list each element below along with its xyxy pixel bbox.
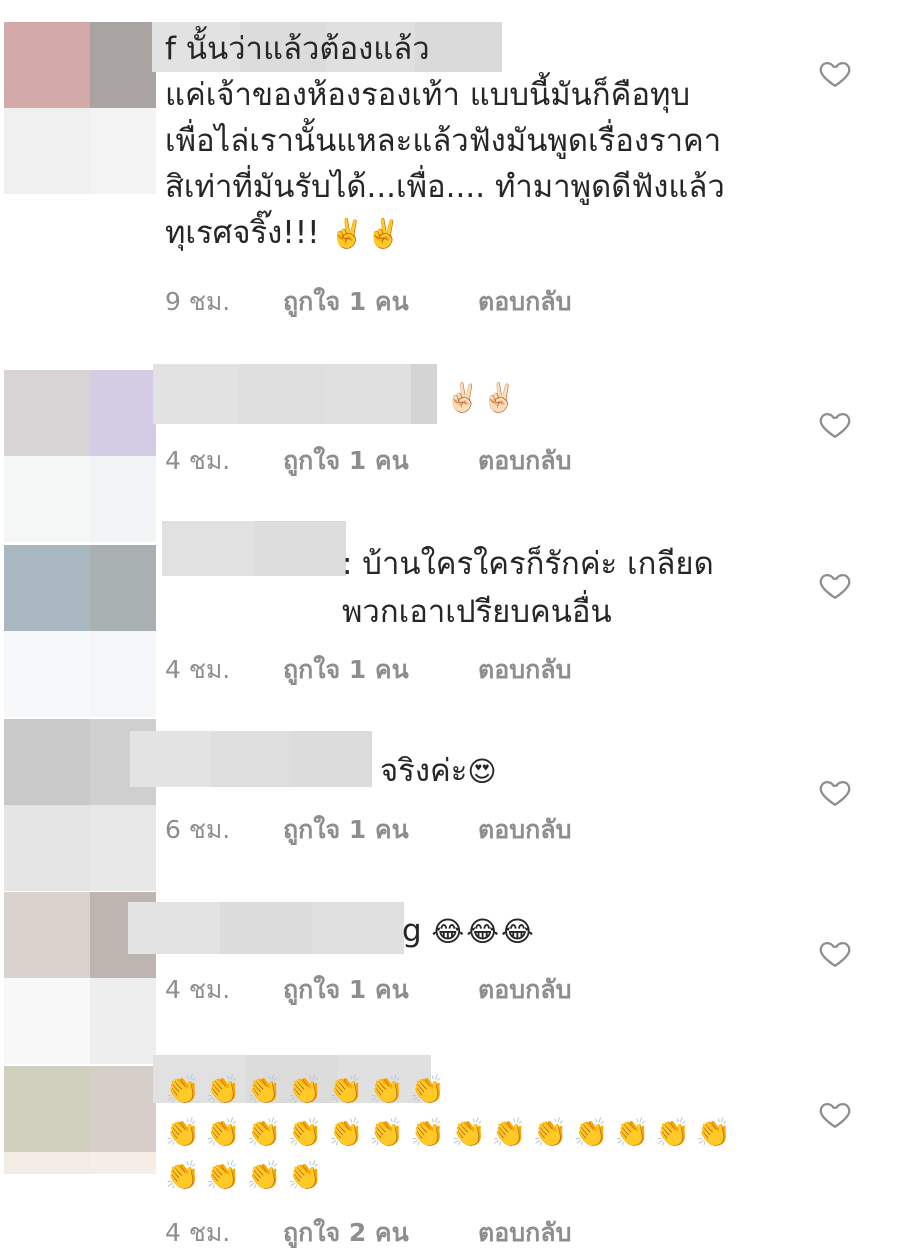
heart-outline-icon[interactable]: [818, 407, 852, 441]
emoji-text: 😂😂😂: [431, 915, 536, 948]
emoji-text: ✌🏻✌🏻: [445, 381, 519, 414]
comment-body: f นั้นว่าแล้วต้องแล้ว แค่เจ้าของห้องรองเ…: [165, 31, 725, 251]
timestamp: 6 ชม.: [165, 815, 231, 844]
likes-count-link[interactable]: ถูกใจ 1 คน: [283, 810, 478, 850]
timestamp: 4 ชม.: [165, 446, 231, 475]
likes-count-link[interactable]: ถูกใจ 1 คน: [283, 441, 478, 481]
avatar[interactable]: [4, 22, 156, 194]
comment-body: จริงค่ะ: [380, 753, 468, 789]
comment-meta: 6 ชม. ถูกใจ 1 คน ตอบกลับ: [165, 810, 571, 850]
comment-body: : บ้านใครใครก็รักค่ะ เกลียด พวกเอาเปรียบ…: [342, 546, 714, 630]
reply-button[interactable]: ตอบกลับ: [478, 441, 571, 481]
timestamp: 4 ชม.: [165, 655, 231, 684]
reply-button[interactable]: ตอบกลับ: [478, 970, 571, 1010]
comment-text: f นั้นว่าแล้วต้องแล้ว แค่เจ้าของห้องรองเ…: [165, 26, 795, 257]
likes-count-link[interactable]: ถูกใจ 2 คน: [283, 1213, 478, 1253]
timestamp: 4 ชม.: [165, 1218, 231, 1247]
heart-outline-icon[interactable]: [818, 1097, 852, 1131]
username-blurred[interactable]: [128, 902, 404, 954]
comment-meta: 4 ชม. ถูกใจ 2 คน ตอบกลับ: [165, 1213, 571, 1253]
comment-text: ✌🏻✌🏻: [445, 374, 645, 421]
heart-outline-icon[interactable]: [818, 775, 852, 809]
heart-outline-icon[interactable]: [818, 568, 852, 602]
username-blurred[interactable]: [162, 521, 346, 576]
timestamp: 9 ชม.: [165, 287, 231, 316]
username-blurred[interactable]: [130, 731, 373, 787]
likes-count-link[interactable]: ถูกใจ 1 คน: [283, 970, 478, 1010]
comment-meta: 4 ชม. ถูกใจ 1 คน ตอบกลับ: [165, 650, 571, 690]
comment-text: จริงค่ะ😍: [380, 748, 680, 795]
reply-button[interactable]: ตอบกลับ: [478, 810, 571, 850]
reply-button[interactable]: ตอบกลับ: [478, 282, 571, 322]
comment-text: 👏👏👏👏👏👏👏 👏👏👏👏👏👏👏👏👏👏👏👏👏👏 👏👏👏👏: [165, 1068, 785, 1197]
heart-outline-icon[interactable]: [818, 936, 852, 970]
comment-text: g 😂😂😂: [402, 908, 702, 955]
heart-outline-icon[interactable]: [818, 56, 852, 90]
comment-meta: 4 ชม. ถูกใจ 1 คน ตอบกลับ: [165, 441, 571, 481]
comment-meta: 4 ชม. ถูกใจ 1 คน ตอบกลับ: [165, 970, 571, 1010]
avatar[interactable]: [4, 1066, 156, 1174]
likes-count-link[interactable]: ถูกใจ 1 คน: [283, 650, 478, 690]
comment-meta: 9 ชม. ถูกใจ 1 คน ตอบกลับ: [165, 282, 571, 322]
avatar[interactable]: [4, 370, 156, 542]
comment-text: : บ้านใครใครก็รักค่ะ เกลียด พวกเอาเปรียบ…: [342, 540, 802, 636]
timestamp: 4 ชม.: [165, 975, 231, 1004]
avatar[interactable]: [4, 545, 156, 717]
username-blurred[interactable]: [153, 364, 437, 424]
reply-button[interactable]: ตอบกลับ: [478, 1213, 571, 1253]
likes-count-link[interactable]: ถูกใจ 1 คน: [283, 282, 478, 322]
emoji-text: ✌️✌️: [329, 217, 404, 250]
emoji-text: 😍: [467, 755, 499, 788]
emoji-text: 👏👏👏👏👏👏👏 👏👏👏👏👏👏👏👏👏👏👏👏👏👏 👏👏👏👏: [165, 1073, 738, 1192]
comment-body: g: [402, 913, 432, 949]
reply-button[interactable]: ตอบกลับ: [478, 650, 571, 690]
